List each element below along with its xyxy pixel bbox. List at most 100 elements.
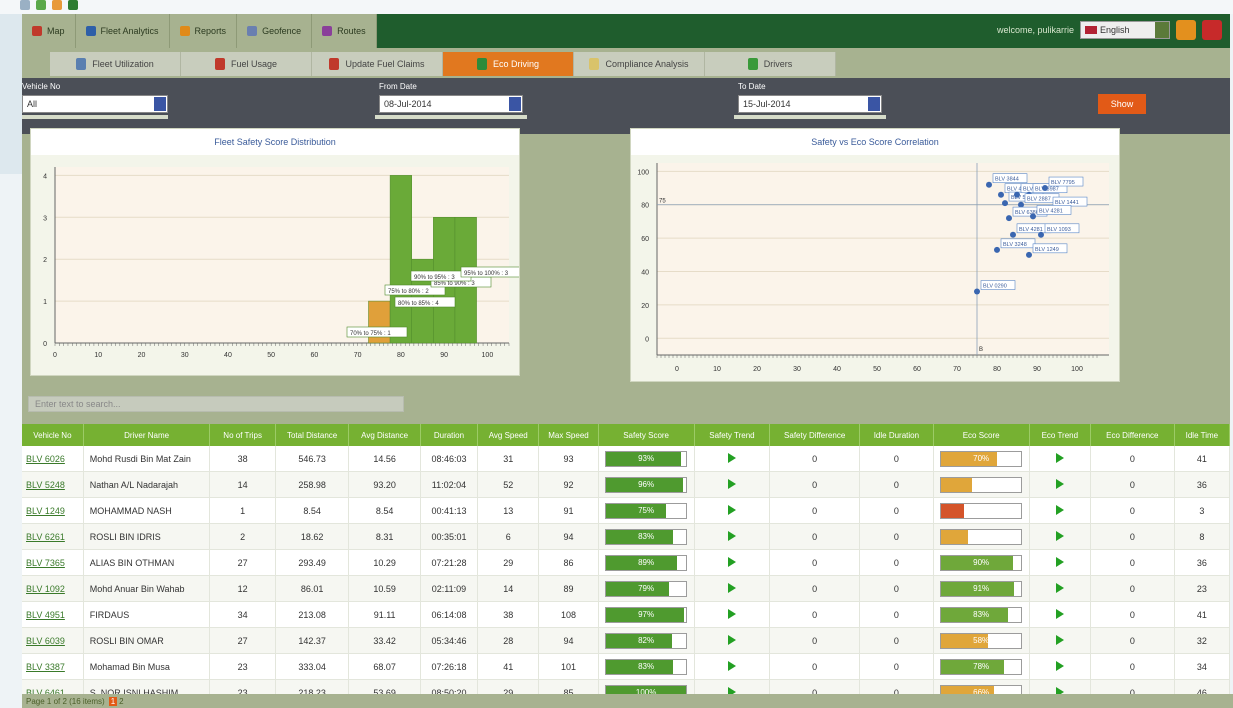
tab-1[interactable]: Fuel Usage: [181, 52, 312, 76]
column-header[interactable]: Eco Trend: [1029, 424, 1091, 446]
safety-score-cell: 83%: [598, 653, 695, 680]
excel-icon[interactable]: [68, 0, 78, 10]
duration-cell: 00:41:13: [420, 497, 479, 524]
column-header[interactable]: Duration: [420, 424, 479, 446]
filter-underline: [22, 115, 168, 119]
power-icon[interactable]: [1202, 20, 1222, 40]
safety-trend-cell: [694, 601, 771, 628]
eco-score-cell: 33%: [933, 523, 1030, 550]
x-tick-label: 30: [181, 352, 189, 359]
trips-cell: 14: [209, 471, 276, 498]
refresh-icon[interactable]: [36, 0, 46, 10]
idle-time-cell: 34: [1174, 653, 1231, 680]
vehicle-select[interactable]: All: [22, 95, 168, 113]
column-header[interactable]: Max Speed: [538, 424, 599, 446]
tab-2[interactable]: Update Fuel Claims: [312, 52, 443, 76]
vehicle-link[interactable]: BLV 6026: [22, 446, 84, 472]
vehicle-link[interactable]: BLV 4951: [22, 601, 84, 628]
vehicle-link[interactable]: BLV 7365: [22, 549, 84, 576]
browser-strip: [0, 0, 1233, 14]
max-speed-cell: 89: [538, 575, 599, 602]
column-header[interactable]: Eco Difference: [1090, 424, 1175, 446]
calendar-icon[interactable]: [868, 97, 880, 111]
menu-item-label: Reports: [194, 26, 227, 36]
menu-item-0[interactable]: Map: [22, 14, 76, 48]
settings-icon[interactable]: [1176, 20, 1196, 40]
safety-difference-cell: 0: [769, 497, 861, 524]
to-date-input[interactable]: 15-Jul-2014: [738, 95, 882, 113]
safety-trend-cell: [694, 497, 771, 524]
safety-trend-cell: [694, 523, 771, 550]
avg-speed-cell: 29: [477, 549, 540, 576]
idle-duration-cell: 0: [859, 446, 934, 472]
menu-item-label: Fleet Analytics: [100, 26, 159, 36]
search-input[interactable]: Enter text to search...: [28, 396, 404, 412]
vehicle-link[interactable]: BLV 6261: [22, 523, 84, 550]
duration-cell: 11:02:04: [420, 471, 479, 498]
safety-trend-cell: [694, 549, 771, 576]
tab-0[interactable]: Fleet Utilization: [50, 52, 181, 76]
tab-4[interactable]: Compliance Analysis: [574, 52, 705, 76]
show-button[interactable]: Show: [1098, 94, 1146, 114]
column-header[interactable]: Driver Name: [83, 424, 211, 446]
from-date-input[interactable]: 08-Jul-2014: [379, 95, 523, 113]
tab-3[interactable]: Eco Driving: [443, 52, 574, 76]
table-body: BLV 6026 Mohd Rusdi Bin Mat Zain 38 546.73 1…: [22, 446, 1231, 706]
column-header[interactable]: Avg Speed: [477, 424, 540, 446]
menu-icon: [32, 26, 42, 36]
eco-score-text: 91%: [973, 583, 990, 593]
safety-score-bar: 82%: [605, 632, 688, 649]
vehicle-link[interactable]: BLV 6039: [22, 627, 84, 654]
column-header[interactable]: Safety Score: [598, 424, 695, 446]
scatter-point: [1042, 185, 1048, 192]
menu-item-2[interactable]: Reports: [170, 14, 238, 48]
scatter-point: [974, 288, 980, 295]
menu-item-3[interactable]: Geofence: [237, 14, 313, 48]
column-header[interactable]: Eco Score: [933, 424, 1030, 446]
column-header[interactable]: Total Distance: [275, 424, 350, 446]
safety-score-cell: 93%: [598, 446, 695, 472]
menu-item-1[interactable]: Fleet Analytics: [76, 14, 170, 48]
avg-speed-cell: 6: [477, 523, 540, 550]
avg-distance-cell: 91.11: [348, 601, 421, 628]
chart-title: Fleet Safety Score Distribution: [31, 129, 519, 155]
x-tick-label: 60: [311, 352, 319, 359]
x-tick-label: 20: [753, 366, 761, 373]
language-select[interactable]: English: [1080, 21, 1170, 39]
safety-score-cell: 96%: [598, 471, 695, 498]
home-icon[interactable]: [52, 0, 62, 10]
scatter-point: [1038, 231, 1044, 238]
vehicle-link[interactable]: BLV 5248: [22, 471, 84, 498]
vehicle-link[interactable]: BLV 1249: [22, 497, 84, 524]
duration-cell: 07:26:18: [420, 653, 479, 680]
pager-text: Page 1 of 2 (16 items): [26, 696, 105, 706]
back-icon[interactable]: [20, 0, 30, 10]
column-header[interactable]: No of Trips: [209, 424, 276, 446]
eco-difference-cell: 0: [1090, 446, 1175, 472]
column-header[interactable]: Safety Difference: [769, 424, 861, 446]
page-link[interactable]: 1: [108, 696, 118, 706]
y-tick-label: 20: [641, 303, 649, 310]
column-header[interactable]: Safety Trend: [694, 424, 771, 446]
trend-up-arrow-icon: [727, 660, 736, 671]
eco-score-cell: 90%: [933, 549, 1030, 576]
vehicle-link[interactable]: BLV 3387: [22, 653, 84, 680]
top-menubar: Map Fleet Analytics Reports Geofence Routes …: [22, 14, 1230, 48]
y-tick-label: 100: [637, 169, 649, 176]
x-tick-label: 50: [267, 352, 275, 359]
column-header[interactable]: Idle Duration: [859, 424, 934, 446]
tab-5[interactable]: Drivers: [705, 52, 836, 76]
calendar-icon[interactable]: [509, 97, 521, 111]
to-date-filter: To Date 15-Jul-2014: [734, 82, 886, 119]
max-speed-cell: 94: [538, 627, 599, 654]
column-header[interactable]: Vehicle No: [22, 424, 84, 446]
trend-up-arrow-icon: [727, 452, 736, 463]
column-header[interactable]: Avg Distance: [348, 424, 421, 446]
vehicle-filter: Vehicle No All: [22, 82, 168, 119]
menu-item-4[interactable]: Routes: [312, 14, 377, 48]
page-link[interactable]: 2: [117, 697, 125, 706]
vehicle-link[interactable]: BLV 1092: [22, 575, 84, 602]
eco-score-text: 58%: [973, 635, 990, 645]
filter-bar: Vehicle No All From Date 08-Jul-2014 To …: [22, 78, 1230, 134]
column-header[interactable]: Idle Time: [1174, 424, 1231, 446]
